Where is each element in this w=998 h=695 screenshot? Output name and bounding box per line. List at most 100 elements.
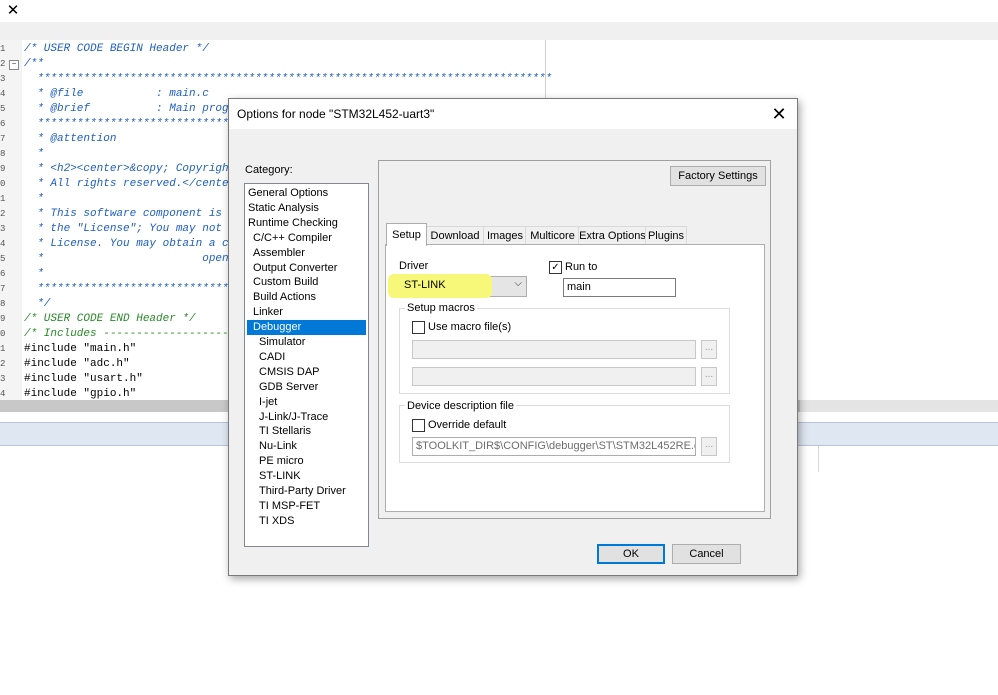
code-text: * This software component is l [24, 208, 236, 220]
chevron-down-icon: ⌵ [514, 278, 522, 289]
run-to-input[interactable]: main [563, 278, 676, 297]
code-text: /* USER CODE END Header */ [24, 313, 196, 325]
code-text: #include "adc.h" [24, 358, 130, 370]
tab-multicore[interactable]: Multicore [525, 226, 580, 245]
code-text: /* Includes ------------------- [24, 328, 229, 340]
category-item[interactable]: C/C++ Compiler [247, 231, 366, 246]
category-item[interactable]: Nu-Link [247, 439, 366, 454]
line-number: 6 [0, 119, 6, 129]
code-text: * <h2><center>&copy; Copyright [24, 163, 236, 175]
line-number: 8 [0, 149, 6, 159]
close-icon[interactable]: ✕ [767, 102, 791, 126]
line-number: 4 [0, 239, 6, 249]
line-number: 1 [0, 44, 6, 54]
tab-images[interactable]: Images [483, 226, 527, 245]
browse-device-button[interactable]: ... [701, 437, 717, 456]
category-item[interactable]: Debugger [247, 320, 366, 336]
code-text: ****************************** [24, 283, 236, 295]
category-item[interactable]: Simulator [247, 335, 366, 350]
code-text: * the "License"; You may not u [24, 223, 236, 235]
device-description-path: $TOOLKIT_DIR$\CONFIG\debugger\ST\STM32L4… [412, 437, 696, 456]
line-number: 5 [0, 104, 6, 114]
tab-plugins[interactable]: Plugins [645, 226, 687, 245]
editor-toolbar-band [0, 22, 998, 41]
cancel-button[interactable]: Cancel [672, 544, 741, 564]
code-text: /** [24, 58, 44, 70]
category-item[interactable]: Linker [247, 305, 366, 320]
category-item[interactable]: TI MSP-FET [247, 499, 366, 514]
code-text: * [24, 268, 44, 280]
code-text: * @attention [24, 133, 117, 145]
driver-label: Driver [399, 260, 429, 272]
line-number: 5 [0, 254, 6, 264]
fold-toggle-icon[interactable]: − [9, 60, 19, 70]
line-number: 6 [0, 269, 6, 279]
category-item[interactable]: PE micro [247, 454, 366, 469]
category-item[interactable]: J-Link/J-Trace [247, 410, 366, 425]
category-item[interactable]: TI Stellaris [247, 424, 366, 439]
use-macro-label: Use macro file(s) [428, 321, 512, 333]
category-item[interactable]: Third-Party Driver [247, 484, 366, 499]
line-number: 0 [0, 179, 6, 189]
code-text: * [24, 148, 44, 160]
scrollbar-thumb[interactable] [800, 400, 998, 412]
category-list[interactable]: General Options Static Analysis Runtime Ch… [244, 183, 369, 547]
tab-download[interactable]: Download [425, 226, 485, 245]
line-number: 2 [0, 209, 6, 219]
device-description-title: Device description file [405, 400, 516, 412]
category-item[interactable]: ST-LINK [247, 469, 366, 484]
code-text: */ [24, 298, 51, 310]
code-line: 3 **************************************… [0, 72, 560, 87]
tab-extra-options[interactable]: Extra Options [578, 226, 647, 245]
use-macro-checkbox[interactable] [412, 321, 425, 334]
line-number: 2 [0, 359, 6, 369]
browse-macro-button-1[interactable]: ... [701, 340, 717, 359]
line-number: 3 [0, 224, 6, 234]
line-number: 7 [0, 284, 6, 294]
browse-macro-button-2[interactable]: ... [701, 367, 717, 386]
dialog-titlebar[interactable]: Options for node "STM32L452-uart3" ✕ [229, 99, 797, 129]
options-dialog: Options for node "STM32L452-uart3" ✕ Cat… [228, 98, 798, 576]
category-item[interactable]: Build Actions [247, 290, 366, 305]
override-default-checkbox[interactable] [412, 419, 425, 432]
ok-button[interactable]: OK [597, 544, 665, 564]
factory-settings-button[interactable]: Factory Settings [670, 166, 766, 186]
category-item[interactable]: Output Converter [247, 261, 366, 276]
dialog-title: Options for node "STM32L452-uart3" [237, 107, 435, 121]
driver-value: ST-LINK [404, 279, 446, 291]
line-number: 9 [0, 164, 6, 174]
category-item[interactable]: CADI [247, 350, 366, 365]
line-number: 0 [0, 329, 6, 339]
category-item[interactable]: General Options [247, 186, 366, 201]
category-item[interactable]: GDB Server [247, 380, 366, 395]
category-item[interactable]: Custom Build [247, 275, 366, 290]
tab-setup[interactable]: Setup [386, 223, 427, 246]
code-text: * @file : main.c [24, 88, 209, 100]
code-text: #include "main.h" [24, 343, 137, 355]
macro-file-input-2[interactable] [412, 367, 696, 386]
close-tab-icon[interactable]: ✕ [4, 2, 22, 20]
code-text: * [24, 193, 44, 205]
code-text: ****************************************… [24, 73, 553, 85]
line-number: 7 [0, 134, 6, 144]
code-text: * License. You may obtain a co [24, 238, 236, 250]
category-item[interactable]: TI XDS [247, 514, 366, 529]
category-item[interactable]: Static Analysis [247, 201, 366, 216]
line-number: 9 [0, 314, 6, 324]
macro-file-input-1[interactable] [412, 340, 696, 359]
category-item[interactable]: Assembler [247, 246, 366, 261]
line-number: 1 [0, 194, 6, 204]
category-item[interactable]: Runtime Checking [247, 216, 366, 231]
line-number: 8 [0, 299, 6, 309]
code-line: 2−/** [0, 57, 560, 72]
run-to-checkbox[interactable]: ✓ [549, 261, 562, 274]
category-item[interactable]: I-jet [247, 395, 366, 410]
driver-select[interactable]: ST-LINK ⌵ [388, 274, 527, 298]
code-line: 1 /* USER CODE BEGIN Header */ [0, 42, 560, 57]
category-item[interactable]: CMSIS DAP [247, 365, 366, 380]
category-label: Category: [245, 164, 293, 176]
line-number: 1 [0, 344, 6, 354]
lower-panel-divider [818, 446, 819, 472]
code-text: * All rights reserved.</center> [24, 178, 242, 190]
code-text: #include "usart.h" [24, 373, 143, 385]
